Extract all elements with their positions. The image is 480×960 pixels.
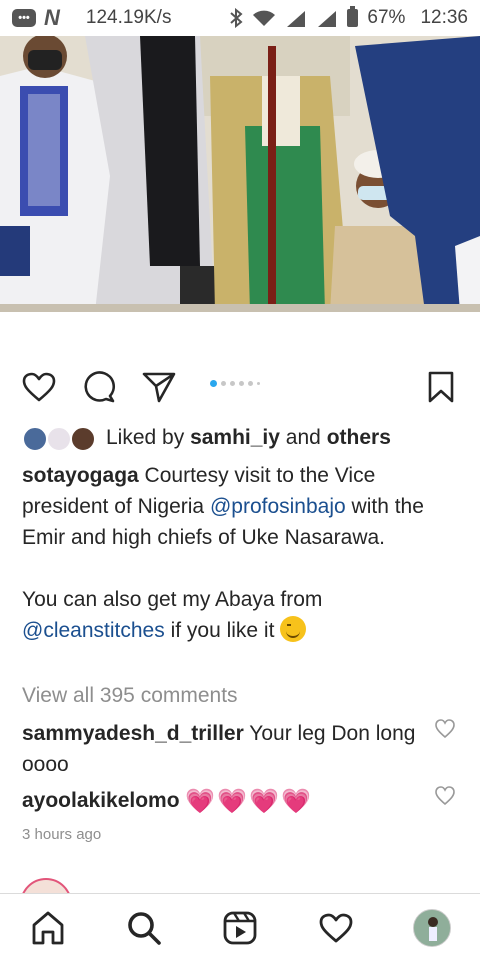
search-icon [128, 912, 161, 945]
comment-username[interactable]: sammyadesh_d_triller [22, 722, 244, 745]
comment-like-heart-icon[interactable] [434, 785, 456, 807]
photo-illustration [0, 36, 480, 312]
post-timestamp: 3 hours ago [22, 826, 102, 843]
view-all-comments-link[interactable]: View all 395 comments [22, 684, 238, 708]
share-button[interactable] [140, 368, 178, 406]
chat-icon: ••• [12, 9, 36, 27]
likes-others[interactable]: others [327, 426, 391, 449]
avatar [46, 426, 72, 452]
liker-avatars [22, 424, 100, 452]
battery-icon [347, 6, 359, 27]
wifi-icon [253, 10, 276, 26]
bluetooth-icon [230, 8, 243, 28]
post-caption: sotayogaga Courtesy visit to the Vice pr… [22, 460, 462, 646]
likes-and: and [285, 426, 321, 449]
carousel-dot [230, 381, 235, 386]
caption-text: You can also get my Abaya from [22, 588, 323, 611]
comment-text: 💗💗💗💗 [185, 788, 313, 815]
nav-profile[interactable] [412, 908, 452, 948]
clock: 12:36 [420, 7, 468, 28]
signal-icon [318, 11, 337, 27]
carousel-dot [257, 382, 260, 385]
nav-home[interactable] [28, 908, 68, 948]
likes-row[interactable]: Liked by samhi_iy and others [22, 422, 391, 454]
signal-icon [287, 11, 306, 27]
carousel-indicator [210, 380, 260, 387]
carousel-dot [210, 380, 217, 387]
carousel-dot [239, 381, 244, 386]
likes-prefix: Liked by [106, 426, 185, 449]
wink-emoji-icon [280, 616, 307, 642]
bottom-navigation [0, 893, 480, 960]
caption-text: if you like it [170, 619, 275, 642]
comment-username[interactable]: ayoolakikelomo [22, 789, 180, 812]
home-icon [32, 911, 64, 945]
heart-icon [319, 913, 353, 943]
nav-search[interactable] [124, 908, 164, 948]
comment-item: ayoolakikelomo 💗💗💗💗 [22, 785, 422, 817]
status-bar: ••• N 124.19K/s 67% 12:36 [0, 0, 480, 36]
save-button[interactable] [422, 368, 460, 406]
reels-icon [223, 911, 257, 945]
heart-icon [22, 372, 56, 402]
mention-link[interactable]: @cleanstitches [22, 619, 165, 642]
post-image[interactable] [0, 36, 480, 312]
comment-button[interactable] [80, 368, 118, 406]
comment-like-heart-icon[interactable] [434, 718, 456, 740]
likes-text: Liked by samhi_iy and others [106, 426, 391, 450]
like-button[interactable] [20, 368, 58, 406]
battery-level: 67% [367, 7, 406, 28]
nav-reels[interactable] [220, 908, 260, 948]
comment-icon [84, 371, 115, 403]
mention-link[interactable]: @profosinbajo [210, 495, 346, 518]
n-app-icon: N [44, 5, 60, 30]
avatar [22, 426, 48, 452]
avatar [70, 426, 96, 452]
profile-avatar [413, 909, 451, 947]
liker-username[interactable]: samhi_iy [190, 426, 280, 449]
nav-activity[interactable] [316, 908, 356, 948]
carousel-dot [221, 381, 226, 386]
send-icon [142, 372, 176, 403]
comment-item: sammyadesh_d_triller Your leg Don long o… [22, 718, 422, 780]
carousel-dot [248, 381, 253, 386]
bookmark-icon [428, 371, 454, 403]
network-speed: 124.19K/s [85, 7, 172, 28]
caption-username[interactable]: sotayogaga [22, 464, 139, 487]
